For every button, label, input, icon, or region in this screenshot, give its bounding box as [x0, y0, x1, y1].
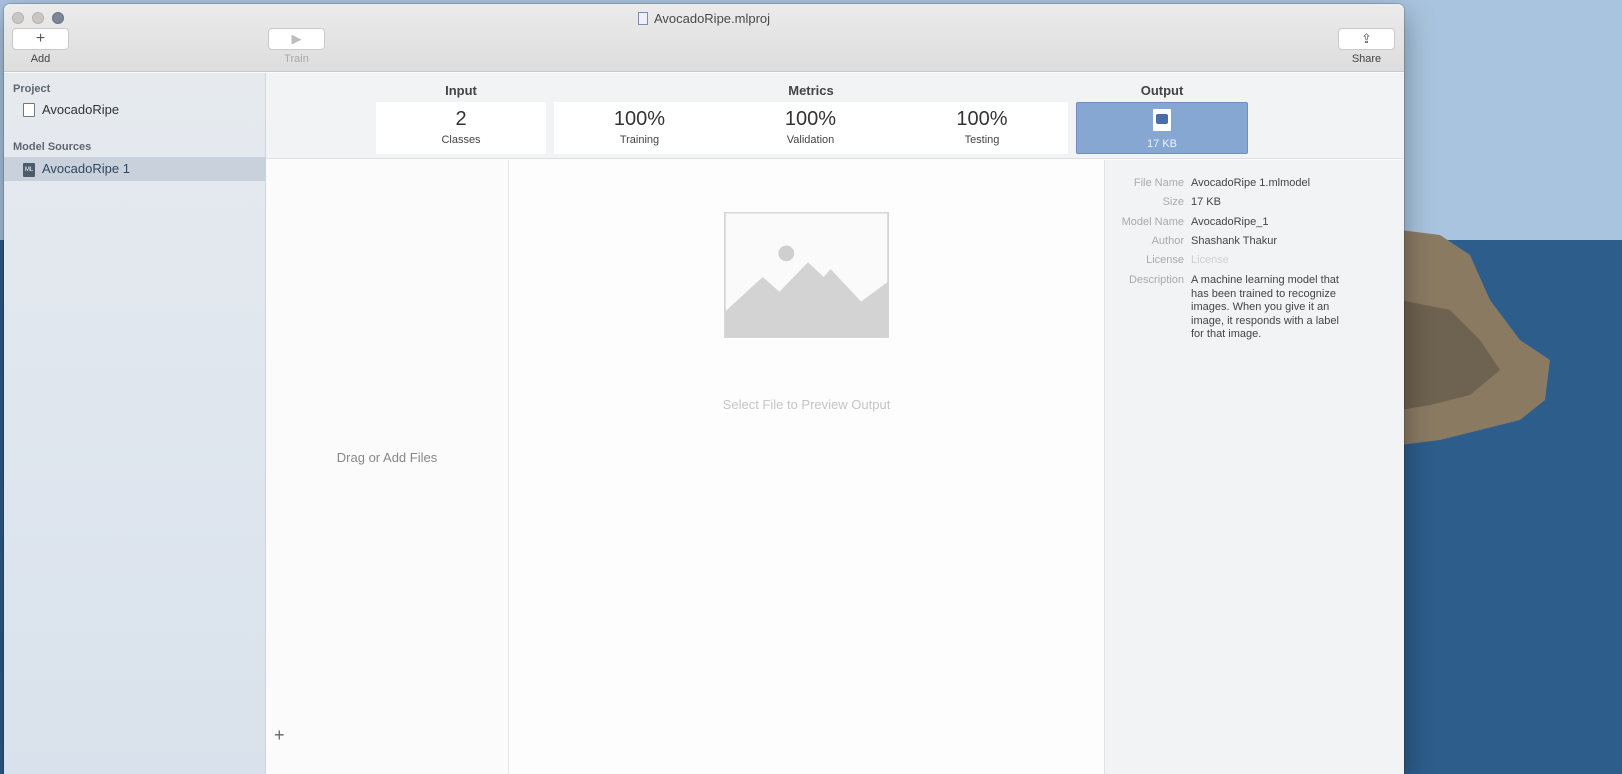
author-key: Author	[1151, 235, 1184, 247]
drag-or-add-files-text: Drag or Add Files	[336, 450, 438, 465]
project-name: AvocadoRipe	[42, 102, 120, 117]
add-button[interactable]: +	[12, 28, 69, 50]
title-bar: AvocadoRipe.mlproj + Add ▶ Train ⇪ Share	[4, 4, 1404, 72]
training-value: 100%	[613, 108, 666, 130]
model-source-name: AvocadoRipe 1	[42, 161, 130, 176]
classes-value: 2	[455, 108, 467, 130]
testing-label: Testing	[964, 134, 1000, 146]
select-file-preview-text: Select File to Preview Output	[722, 397, 891, 412]
files-drop-area[interactable]: Drag or Add Files +	[266, 160, 509, 774]
file-name-value: AvocadoRipe 1.mlmodel	[1191, 177, 1311, 189]
validation-metric: 100% Validation	[725, 102, 896, 146]
training-metric: 100% Training	[554, 102, 725, 146]
testing-metric: 100% Testing	[896, 102, 1068, 146]
project-file-icon	[23, 103, 35, 117]
sidebar-item-model-source[interactable]: ML AvocadoRipe 1	[4, 157, 266, 181]
description-key: Description	[1128, 274, 1184, 286]
classes-label: Classes	[441, 134, 481, 146]
size-key: Size	[1162, 196, 1184, 208]
image-placeholder-icon	[724, 212, 889, 338]
plus-icon: +	[35, 30, 46, 47]
license-key: License	[1146, 254, 1184, 266]
classes-card[interactable]: 2 Classes	[376, 102, 546, 154]
mlmodel-file-icon	[1153, 109, 1171, 131]
training-label: Training	[619, 134, 660, 146]
metrics-card[interactable]: 100% Training 100% Validation 100% Testi…	[554, 102, 1068, 154]
train-button[interactable]: ▶	[268, 28, 325, 50]
input-title: Input	[445, 83, 477, 98]
output-title: Output	[1140, 83, 1184, 98]
main-content: Input Metrics Output 2 Classes 100% Trai…	[266, 73, 1404, 774]
add-files-button[interactable]: +	[274, 725, 285, 746]
summary-bar: Input Metrics Output 2 Classes 100% Trai…	[266, 73, 1404, 159]
add-label: Add	[30, 53, 51, 65]
author-value[interactable]: Shashank Thakur	[1191, 235, 1351, 249]
size-value: 17 KB	[1191, 196, 1221, 208]
sidebar: Project AvocadoRipe Model Sources ML Avo…	[4, 73, 266, 774]
description-value[interactable]: A machine learning model that has been t…	[1191, 274, 1351, 342]
share-button[interactable]: ⇪	[1338, 28, 1395, 50]
app-window: AvocadoRipe.mlproj + Add ▶ Train ⇪ Share…	[4, 4, 1404, 774]
file-name-key: File Name	[1133, 177, 1184, 189]
document-icon	[637, 12, 648, 25]
license-field[interactable]: License	[1191, 254, 1351, 268]
train-label: Train	[284, 53, 309, 65]
model-details-panel: File Name AvocadoRipe 1.mlmodel Size 17 …	[1104, 160, 1404, 774]
window-title: AvocadoRipe.mlproj	[4, 11, 1404, 26]
metrics-title: Metrics	[788, 83, 834, 98]
output-size: 17 KB	[1147, 138, 1177, 150]
project-header: Project	[13, 83, 51, 95]
share-icon: ⇪	[1361, 31, 1372, 46]
play-icon: ▶	[291, 31, 302, 46]
model-name-key: Model Name	[1121, 216, 1184, 228]
model-sources-header: Model Sources	[13, 141, 92, 153]
model-name-value[interactable]: AvocadoRipe_1	[1191, 216, 1351, 230]
sidebar-item-project[interactable]: AvocadoRipe	[4, 98, 266, 122]
share-label: Share	[1351, 53, 1382, 65]
window-title-text: AvocadoRipe.mlproj	[653, 11, 771, 26]
ml-model-icon: ML	[23, 163, 35, 177]
output-card[interactable]: 17 KB	[1076, 102, 1248, 154]
testing-value: 100%	[956, 108, 1008, 130]
preview-area: Select File to Preview Output	[509, 160, 1104, 774]
validation-label: Validation	[786, 134, 835, 146]
validation-value: 100%	[784, 108, 837, 130]
